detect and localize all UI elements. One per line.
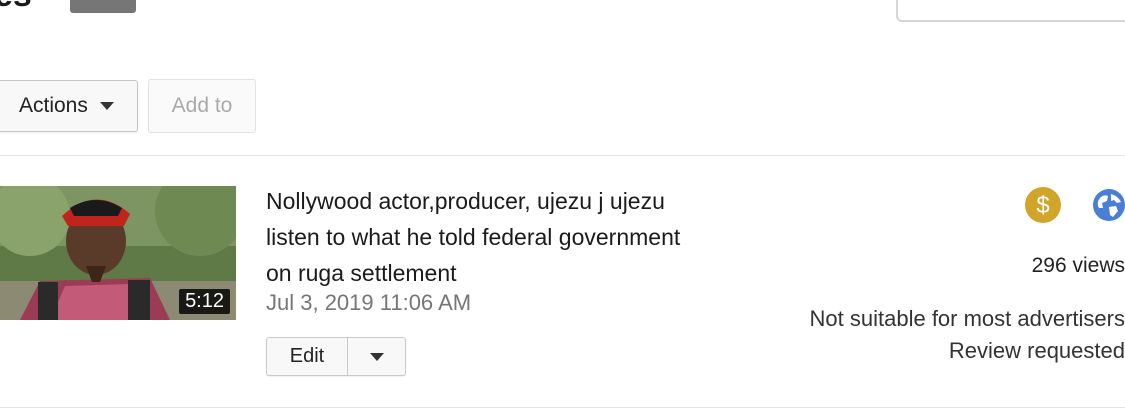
top-button-partial[interactable] [70, 0, 136, 13]
video-duration: 5:12 [179, 289, 230, 314]
divider [0, 407, 1125, 408]
edit-button[interactable]: Edit [267, 338, 348, 375]
actions-button[interactable]: Actions [0, 80, 138, 132]
video-title[interactable]: Nollywood actor,producer, ujezu j ujezu … [266, 183, 686, 291]
divider [0, 155, 1125, 156]
search-input[interactable] [896, 0, 1125, 22]
review-status-text[interactable]: Review requested [810, 335, 1125, 367]
monetization-status: Not suitable for most advertisers Review… [810, 303, 1125, 367]
caret-down-icon [369, 352, 384, 361]
view-count: 296 views [1031, 254, 1125, 277]
add-to-button[interactable]: Add to [148, 79, 256, 133]
page-title-partial: es [0, 0, 32, 15]
edit-button-group: Edit [266, 337, 406, 376]
caret-down-icon [99, 102, 114, 110]
globe-icon[interactable] [1092, 188, 1125, 222]
video-thumbnail[interactable]: 5:12 [0, 186, 236, 320]
edit-dropdown-button[interactable] [348, 338, 405, 375]
ad-suitability-text: Not suitable for most advertisers [809, 306, 1125, 331]
actions-label: Actions [19, 94, 88, 117]
svg-text:$: $ [1036, 192, 1049, 218]
video-date: Jul 3, 2019 11:06 AM [266, 290, 472, 315]
dollar-icon[interactable]: $ [1025, 187, 1061, 223]
